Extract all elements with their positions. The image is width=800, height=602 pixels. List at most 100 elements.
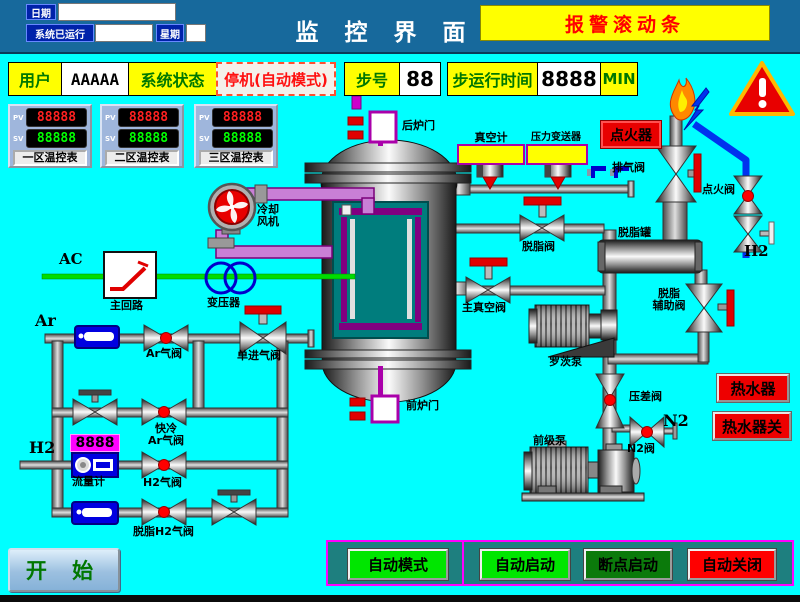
page-title: 监 控 界 面 xyxy=(270,13,500,47)
button-bar-divider xyxy=(462,542,464,584)
diff-pressure-valve-icon[interactable] xyxy=(596,374,624,428)
step-time-unit: MIN xyxy=(600,62,638,96)
water-heater-off-button[interactable]: 热水器关 xyxy=(713,412,791,440)
single-inlet-valve-icon[interactable] xyxy=(240,306,286,354)
label-n2: N2 xyxy=(663,412,689,430)
sv-display: 88888 xyxy=(212,129,273,148)
furnace-vessel xyxy=(305,140,471,402)
controller-name[interactable]: 一区温控表 xyxy=(13,150,87,166)
furnace-window xyxy=(333,202,428,338)
pv-display: 88888 xyxy=(26,108,87,127)
label-fast-cool-ar-valve: 快冷 Ar气阀 xyxy=(140,423,192,448)
label-n2-valve: N2阀 xyxy=(627,443,655,455)
user-label: 用户 xyxy=(8,62,62,96)
degrease-flow-meter-icon xyxy=(72,502,118,524)
roots-pump-icon[interactable] xyxy=(529,305,617,357)
sv-tag: SV xyxy=(199,135,212,143)
temp-controller-zone3: PV88888 SV88888 三区温控表 xyxy=(194,104,278,168)
auto-close-button[interactable]: 自动关闭 xyxy=(688,549,776,580)
ar-flow-meter-icon xyxy=(75,326,119,348)
degrease-h2-valve-icon[interactable] xyxy=(142,499,186,525)
temp-controller-zone1: PV88888 SV88888 一区温控表 xyxy=(8,104,92,168)
pv-display: 88888 xyxy=(118,108,179,127)
h2-gas-valve-icon[interactable] xyxy=(142,452,186,478)
ignition-valve-icon[interactable] xyxy=(734,176,762,214)
uptime-field xyxy=(95,24,153,42)
h2-flow-meter-icon xyxy=(72,453,118,477)
label-main-vacuum-valve: 主真空阀 xyxy=(462,302,506,314)
label-h2-gas-valve: H2气阀 xyxy=(143,477,182,489)
label-ar: Ar xyxy=(35,312,56,330)
controller-name[interactable]: 三区温控表 xyxy=(199,150,273,166)
auto-start-button[interactable]: 自动启动 xyxy=(480,549,570,580)
degrease-tank-vessel xyxy=(598,240,702,273)
system-status-value: 停机(自动模式) xyxy=(216,62,336,96)
label-h2-left: H2 xyxy=(29,439,55,457)
uptime-label: 系统已运行 xyxy=(26,24,94,42)
scada-screen: 日期 系统已运行 星期 监 控 界 面 报警滚动条 用户 AAAAA 系统状态 … xyxy=(0,0,800,602)
pv-tag: PV xyxy=(13,114,26,122)
auto-mode-button[interactable]: 自动模式 xyxy=(348,549,448,580)
label-exhaust-valve: 排气阀 xyxy=(612,162,645,174)
sv-tag: SV xyxy=(105,135,118,143)
alarm-scroll-banner: 报警滚动条 xyxy=(480,5,770,41)
pv-tag: PV xyxy=(199,114,212,122)
label-h2-right: H2 xyxy=(744,243,769,260)
label-rear-door: 后炉门 xyxy=(402,120,435,132)
week-field xyxy=(186,24,206,42)
sv-tag: SV xyxy=(13,135,26,143)
sv-display: 88888 xyxy=(118,129,179,148)
label-diff-pressure-valve: 压差阀 xyxy=(629,391,662,403)
system-status-label: 系统状态 xyxy=(128,62,217,96)
step-time-label: 步运行时间 xyxy=(447,62,538,96)
pv-display: 88888 xyxy=(212,108,273,127)
label-degrease-tank: 脱脂罐 xyxy=(618,227,651,239)
label-flow-meter: 流量计 xyxy=(72,476,105,488)
label-front-door: 前炉门 xyxy=(406,400,439,412)
temp-controller-zone2: PV88888 SV88888 二区温控表 xyxy=(100,104,184,168)
step-no-label: 步号 xyxy=(344,62,400,96)
label-degrease-h2-valve: 脱脂H2气阀 xyxy=(133,526,194,538)
fore-pump-icon[interactable] xyxy=(522,441,644,501)
label-degrease-aux-valve: 脱脂 辅助阀 xyxy=(650,288,688,313)
rear-furnace-door-icon[interactable] xyxy=(348,96,396,146)
pv-tag: PV xyxy=(105,114,118,122)
pressure-transmitter-box xyxy=(527,145,587,164)
vacuum-gauge-box xyxy=(458,145,524,164)
main-circuit-breaker-icon[interactable] xyxy=(104,252,156,298)
pipe-sleeve xyxy=(255,185,267,203)
exhaust-valve-icon[interactable] xyxy=(656,146,701,202)
label-vacuum-gauge: 真空计 xyxy=(458,132,524,144)
header-bar: 日期 系统已运行 星期 监 控 界 面 报警滚动条 xyxy=(0,0,800,54)
main-vacuum-valve-icon[interactable] xyxy=(466,258,510,303)
alarm-warning-icon xyxy=(731,63,793,114)
breakpoint-start-button[interactable]: 断点启动 xyxy=(584,549,672,580)
label-cooling-fan: 冷却 风机 xyxy=(257,204,279,229)
week-label: 星期 xyxy=(156,24,184,42)
date-label: 日期 xyxy=(26,4,56,20)
label-ar-gas-valve: Ar气阀 xyxy=(146,348,182,360)
pipe-sleeve xyxy=(208,238,234,248)
label-ac: AC xyxy=(59,251,83,268)
start-button[interactable]: 开 始 xyxy=(8,548,120,592)
degrease-valve-icon[interactable] xyxy=(520,197,564,241)
label-single-inlet-valve: 单进气阀 xyxy=(237,350,281,362)
label-roots-pump: 罗茨泵 xyxy=(549,356,582,368)
ac-power-line xyxy=(42,274,355,279)
user-value: AAAAA xyxy=(61,62,129,96)
igniter-button[interactable]: 点火器 xyxy=(601,121,661,148)
cooling-fan-icon[interactable] xyxy=(209,184,255,234)
label-main-circuit: 主回路 xyxy=(110,300,143,312)
window-bottom-edge xyxy=(0,595,800,602)
label-degrease-valve: 脱脂阀 xyxy=(522,241,555,253)
controller-name[interactable]: 二区温控表 xyxy=(105,150,179,166)
water-heater-button[interactable]: 热水器 xyxy=(717,374,789,402)
mode-button-bar: 自动模式 自动启动 断点启动 自动关闭 xyxy=(326,540,794,586)
label-fore-pump: 前级泵 xyxy=(533,435,566,447)
sv-display: 88888 xyxy=(26,129,87,148)
step-no-value: 88 xyxy=(399,62,441,96)
label-pressure-transmitter: 压力变送器 xyxy=(522,132,590,143)
degrease-aux-valve-icon[interactable] xyxy=(686,284,734,332)
label-transformer: 变压器 xyxy=(207,297,240,309)
h2-flow-display: 8888 xyxy=(70,434,120,452)
